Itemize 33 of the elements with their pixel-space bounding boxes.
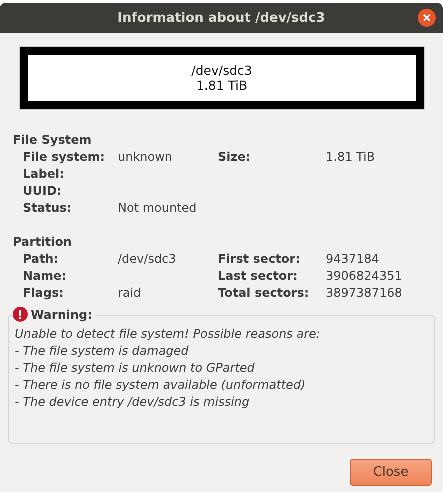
field-label: File system: <box>23 149 106 166</box>
field-value: unknown <box>118 150 173 164</box>
field-label: Total sectors: <box>218 286 310 300</box>
close-icon[interactable] <box>418 9 436 27</box>
partition-path: /dev/sdc3 <box>192 63 252 78</box>
warning-icon <box>13 307 28 322</box>
warning-title: Warning: <box>31 308 92 322</box>
section-heading: Partition <box>12 234 73 251</box>
window-title: Information about /dev/sdc3 <box>118 10 326 26</box>
warning-text: - There is no file system available (unformatted) <box>15 377 307 394</box>
field-value: Not mounted <box>118 201 197 215</box>
close-button[interactable]: Close <box>350 459 432 486</box>
warning-text: Unable to detect file system! Possible reasons are: <box>15 326 322 343</box>
field-label: Label: <box>23 166 66 183</box>
field-label: Last sector: <box>218 269 298 283</box>
field-label: UUID: <box>23 183 63 200</box>
field-label: Size: <box>218 150 251 164</box>
field-label: First sector: <box>218 252 300 266</box>
field-value: /dev/sdc3 <box>118 252 176 266</box>
partition-size: 1.81 TiB <box>196 78 248 93</box>
field-value: 3897387168 <box>326 286 402 300</box>
field-value: 1.81 TiB <box>326 150 376 164</box>
warning-text: - The device entry /dev/sdc3 is missing <box>15 394 251 411</box>
field-value: 3906824351 <box>326 269 402 283</box>
field-label: Flags: <box>23 285 65 302</box>
field-value: 9437184 <box>326 252 380 266</box>
field-value: raid <box>118 286 142 300</box>
field-label: Name: <box>23 268 68 285</box>
section-heading: File System <box>12 132 93 149</box>
warning-text: - The file system is damaged <box>15 343 190 360</box>
warning-text: - The file system is unknown to GParted <box>15 360 256 377</box>
field-label: Path: <box>23 251 60 268</box>
field-label: Status: <box>23 200 73 217</box>
